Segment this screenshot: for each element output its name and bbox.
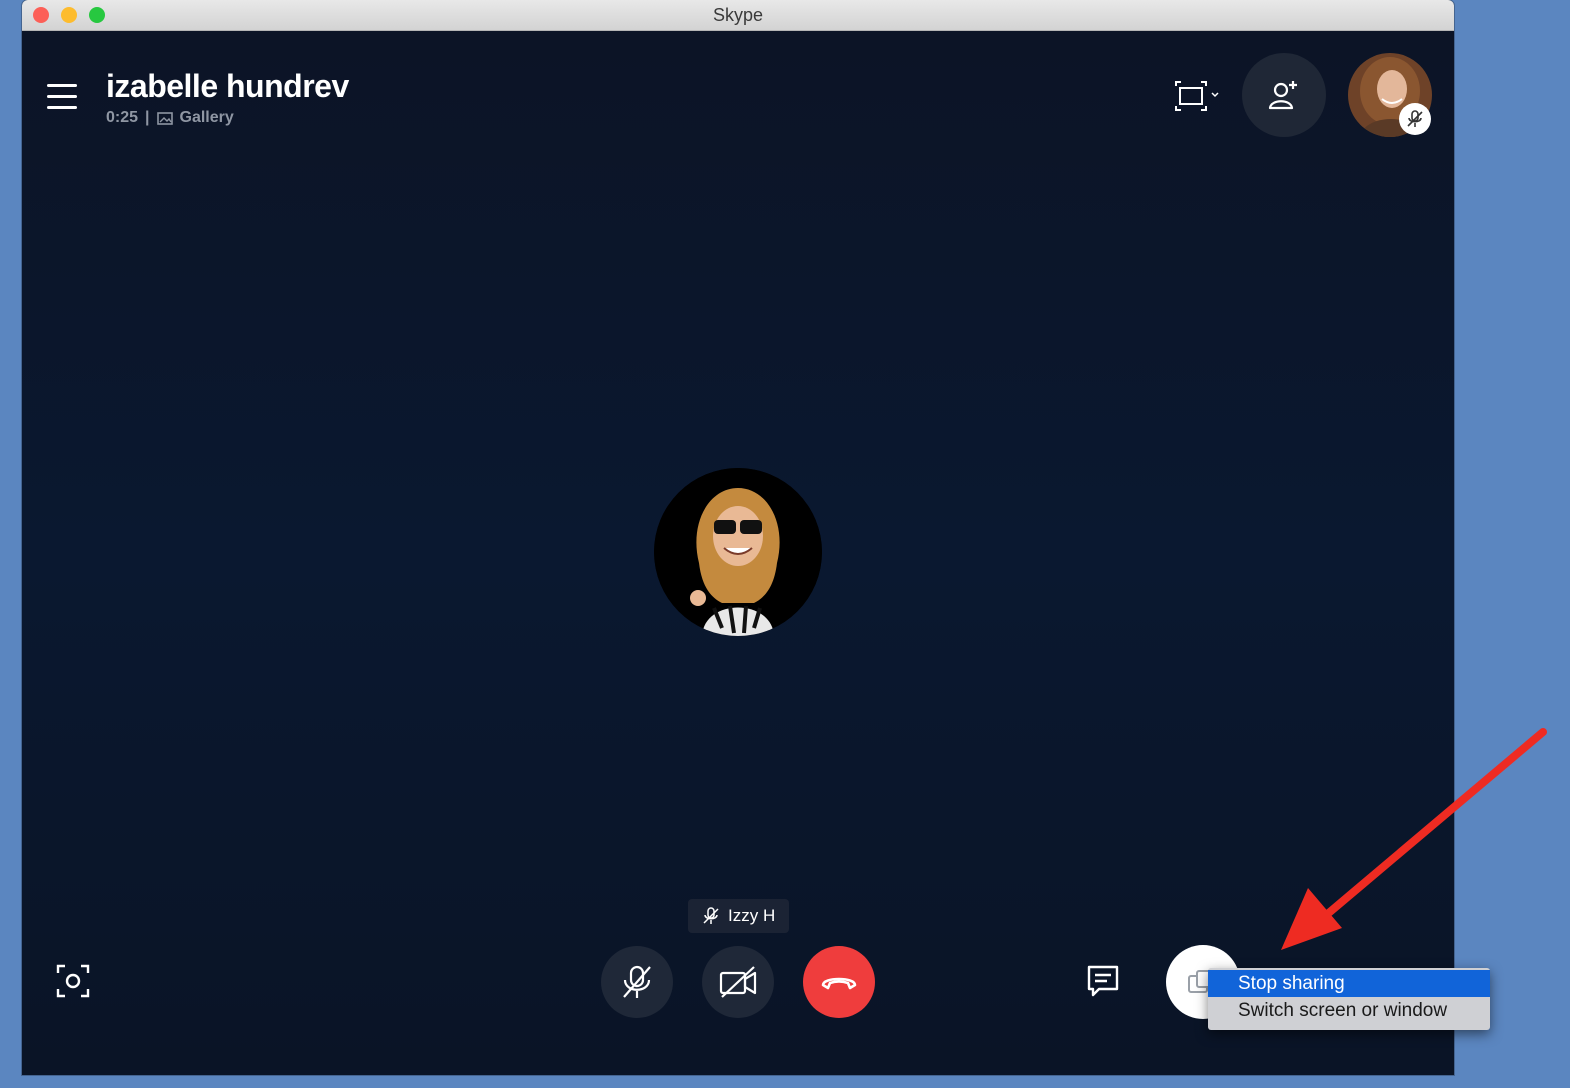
- participant-name: Izzy H: [728, 906, 776, 925]
- participant-name-tag: Izzy H: [688, 899, 790, 933]
- chat-icon[interactable]: [1085, 963, 1121, 999]
- self-muted-indicator: [1399, 103, 1431, 135]
- menu-icon[interactable]: [47, 84, 77, 110]
- hang-up-button[interactable]: [803, 946, 875, 1018]
- menu-item-stop-sharing[interactable]: Stop sharing: [1208, 970, 1490, 997]
- add-person-button[interactable]: [1242, 53, 1326, 137]
- gallery-icon[interactable]: [156, 111, 173, 125]
- meta-separator: |: [145, 109, 150, 126]
- share-context-menu: Stop sharing Switch screen or window: [1208, 968, 1490, 1030]
- call-meta: 0:25 | Gallery: [106, 109, 234, 127]
- mic-muted-icon: [703, 907, 719, 924]
- add-person-icon: [1268, 81, 1297, 110]
- window-title: Skype: [712, 5, 764, 25]
- camera-toggle-button[interactable]: [702, 946, 774, 1018]
- minimize-window-button[interactable]: [61, 7, 77, 23]
- participant-avatar: [654, 468, 822, 636]
- mic-muted-icon: [1407, 110, 1423, 127]
- hang-up-icon: [821, 977, 857, 990]
- contact-name: izabelle hundrev: [106, 68, 349, 104]
- mic-muted-icon: [623, 965, 651, 998]
- camera-off-icon: [719, 966, 757, 998]
- mute-mic-button[interactable]: [601, 946, 673, 1018]
- snapshot-icon[interactable]: [55, 963, 91, 999]
- call-duration: 0:25: [106, 109, 139, 126]
- skype-window: Skype izabelle hundrev 0:25 | Gallery Iz…: [22, 0, 1454, 1075]
- close-window-button[interactable]: [33, 7, 49, 23]
- title-bar: Skype: [22, 0, 1454, 31]
- fit-screen-icon[interactable]: [1172, 78, 1222, 114]
- view-mode-label[interactable]: Gallery: [180, 109, 234, 127]
- zoom-window-button[interactable]: [89, 7, 105, 23]
- menu-item-switch-screen[interactable]: Switch screen or window: [1208, 997, 1490, 1024]
